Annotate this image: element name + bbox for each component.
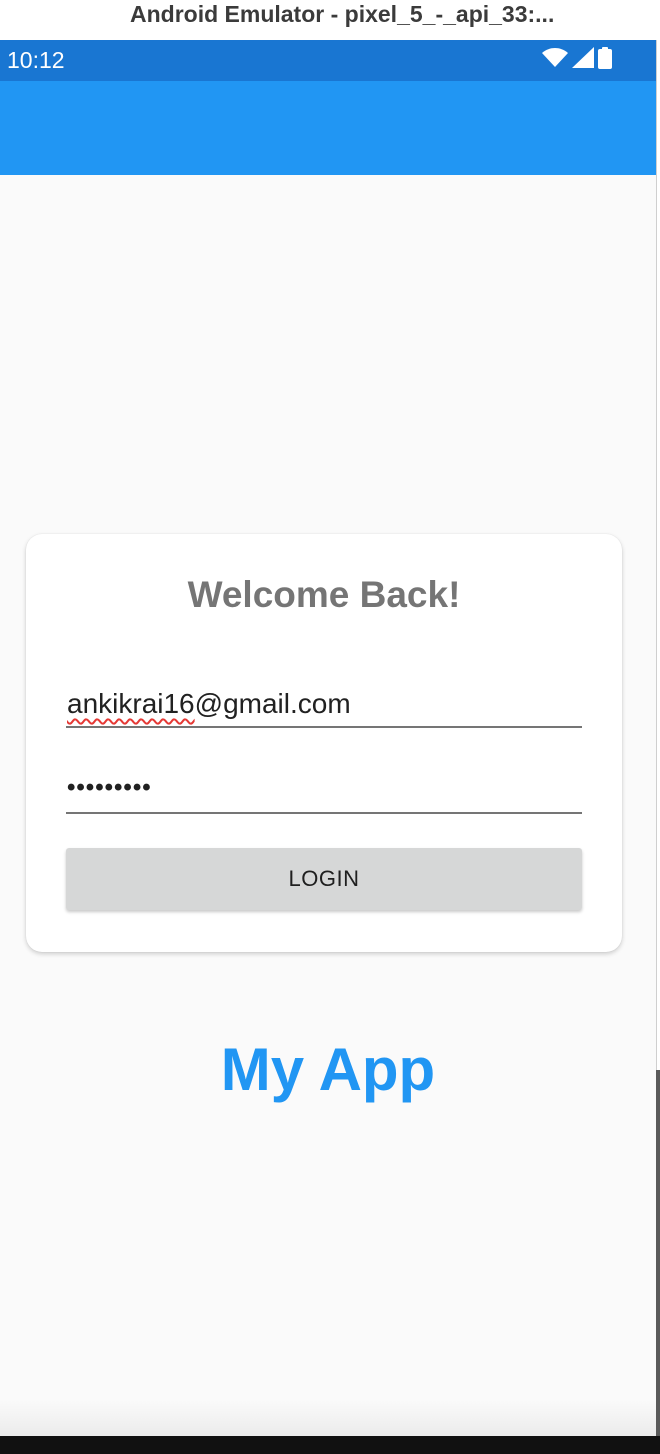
status-bar: 10:12 [0,40,656,81]
email-field-value: ankikrai16@gmail.com [67,688,351,720]
status-icons [542,46,612,74]
phone-screen: 10:12 Welcome Back! ankikrai16@gmail.com… [0,40,656,1436]
window-title: Android Emulator - pixel_5_-_api_33:... [130,1,555,27]
password-field-value: ••••••••• [67,774,152,801]
email-domain-part: @gmail.com [194,688,351,719]
battery-icon [598,46,612,74]
login-card: Welcome Back! ankikrai16@gmail.com •••••… [26,534,622,952]
email-misspelled-part: ankikrai16 [67,688,195,719]
app-name-label: My App [220,1036,436,1103]
password-field[interactable]: ••••••••• [66,768,582,814]
cell-signal-icon [572,47,594,73]
navigation-area [0,1400,656,1436]
email-field[interactable]: ankikrai16@gmail.com [66,680,582,728]
window-titlebar: Android Emulator - pixel_5_-_api_33:... [0,0,660,40]
window-right-edge-lower [656,1070,660,1436]
app-bar [0,81,656,175]
wifi-icon [542,47,568,73]
status-time: 10:12 [7,47,65,73]
window-bottom-bar [0,1436,660,1454]
login-title: Welcome Back! [187,574,461,615]
login-button[interactable]: LOGIN [66,848,582,910]
